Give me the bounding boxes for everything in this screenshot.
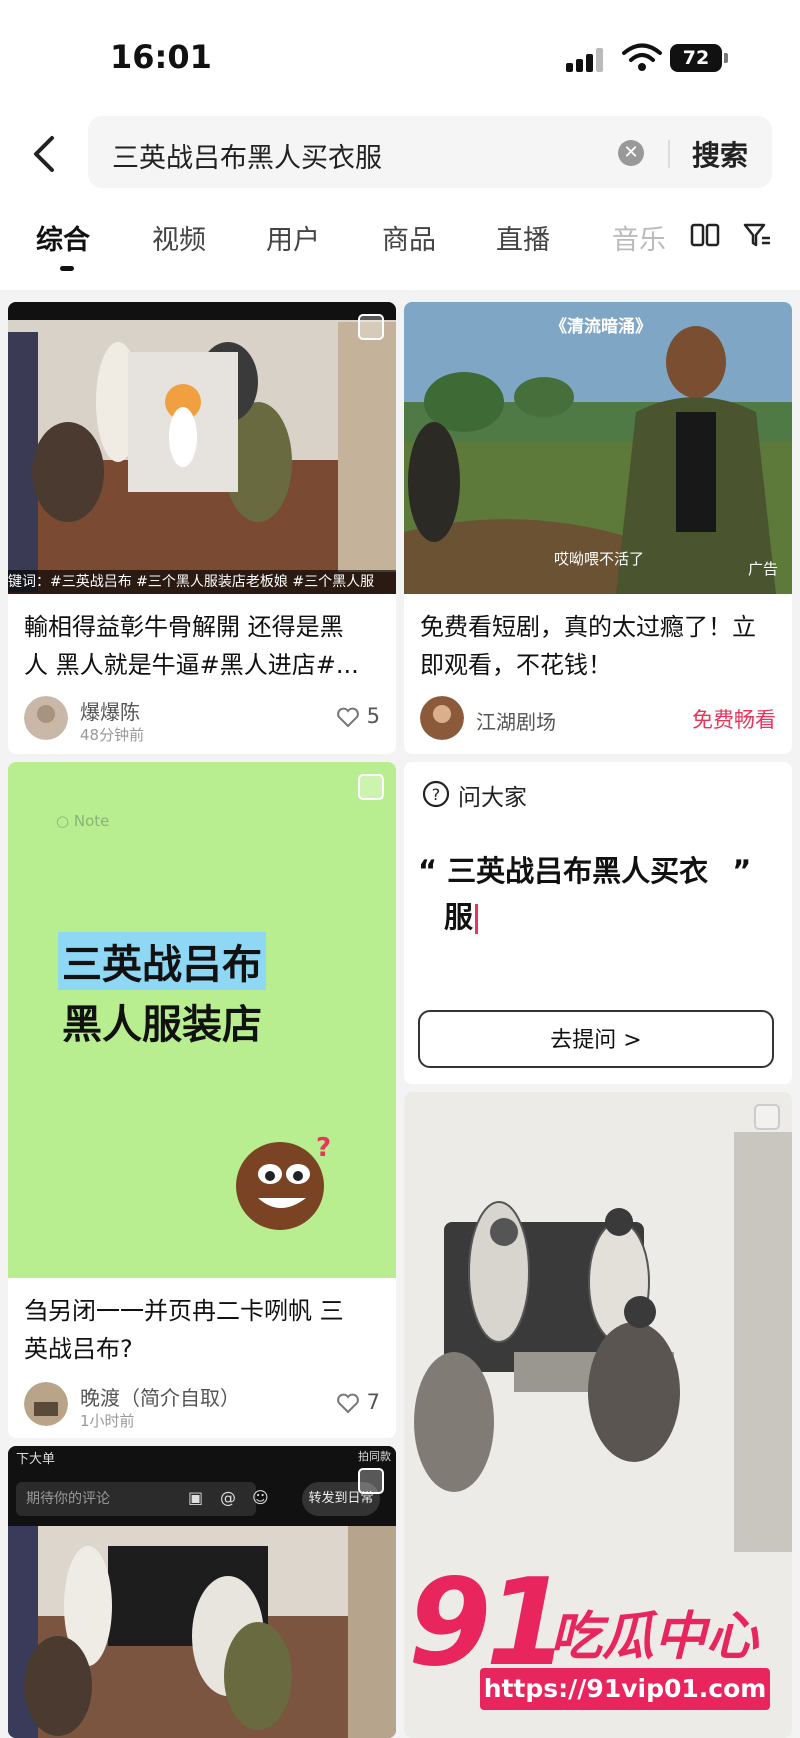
post-time: 1小时前 [80,1412,135,1430]
site-watermark: 91 吃瓜中心 https://91vip01.com [400,1560,800,1738]
author-name[interactable]: 爆爆陈 [80,696,140,725]
tab-video[interactable]: 视频 [152,218,206,257]
watermark-text: 吃瓜中心 [550,1607,759,1667]
mention-icon[interactable]: @ [220,1488,240,1508]
filter-icon[interactable] [742,220,772,250]
note-headline-2: 黑人服装店 [62,1002,262,1048]
ask-question-button[interactable]: 去提问 > [418,1010,774,1068]
note-headline-1: 三英战吕布 [58,932,266,990]
image-icon[interactable]: ▣ [188,1488,208,1508]
ad-card[interactable]: 《清流暗涌》 哎呦喂不活了 广告 免费看短剧，真的太过瘾了！立 即观看，不花钱！… [404,302,792,754]
note-card[interactable]: ○ Note 三英战吕布 黑人服装店 ? 刍另闭一一并页冉二卡咧帆 三 英战吕布… [8,762,396,1438]
status-time: 16:01 [110,38,212,76]
clear-icon[interactable]: ✕ [618,140,644,166]
svg-text:?: ? [432,785,441,804]
select-checkbox[interactable] [358,774,384,800]
tab-products[interactable]: 商品 [382,218,436,257]
tab-bar: 综合 视频 用户 商品 直播 音乐 [0,200,800,290]
search-button[interactable]: 搜索 [692,134,748,174]
divider [668,140,670,168]
tab-music[interactable]: 音乐 [612,218,666,257]
search-query[interactable]: 三英战吕布黑人买衣服 [112,136,382,175]
card-title-line2[interactable]: 英战吕布? [24,1330,133,1368]
card-title-line2[interactable]: 人 黑人就是牛逼#黑人进店#... [24,646,359,684]
avatar[interactable] [24,696,68,740]
heart-icon[interactable] [336,1392,360,1414]
wifi-icon [622,43,662,71]
question-circle-icon: ? [422,780,450,808]
search-header: 三英战吕布黑人买衣服 ✕ 搜索 [0,110,800,200]
avatar[interactable] [420,696,464,740]
author-name[interactable]: 晚渡（简介自取） [80,1382,240,1411]
select-checkbox[interactable] [358,314,384,340]
free-watch-link[interactable]: 免费畅看 [692,704,776,734]
overlay-header: 下大单 [16,1452,56,1467]
heart-icon[interactable] [336,706,360,728]
status-bar: 16:01 72 [0,0,800,110]
tab-all[interactable]: 综合 [36,218,90,257]
ask-card: ? 问大家 “ 三英战吕布黑人买衣 ” 服 去提问 > [404,762,792,1084]
note-cover[interactable]: ○ Note 三英战吕布 黑人服装店 ? [8,762,396,1278]
video-subtitle: 哎呦喂不活了 [554,550,645,568]
like-count: 7 [366,1390,380,1414]
drama-title: 《清流暗涌》 [550,317,652,337]
author-name[interactable]: 江湖剧场 [476,706,556,735]
video-card[interactable]: 下大单 拍同款 期待你的评论 ▣ @ ☺ 转发到日常 [8,1446,396,1738]
overlay-top-right: 拍同款 [358,1450,391,1463]
note-logo: ○ Note [56,812,110,830]
emoji-icon[interactable]: ☺ [252,1488,272,1508]
select-checkbox[interactable] [358,1468,384,1494]
ask-question: “ 三英战吕布黑人买衣 ” 服 [418,854,752,934]
video-tag-overlay: 键词：#三英战吕布 #三个黑人服装店老板娘 #三个黑人服 [8,570,396,594]
post-time: 48分钟前 [80,726,145,744]
video-thumbnail[interactable] [8,302,396,594]
active-tab-indicator [60,266,74,271]
svg-text:?: ? [316,1133,331,1163]
watermark-number: 91 [408,1554,569,1693]
search-input[interactable]: 三英战吕布黑人买衣服 ✕ 搜索 [88,116,772,188]
comment-bar: 下大单 拍同款 期待你的评论 ▣ @ ☺ 转发到日常 [8,1446,396,1526]
tab-live[interactable]: 直播 [496,218,550,257]
video-card[interactable]: 键词：#三英战吕布 #三个黑人服装店老板娘 #三个黑人服 輸相得益彰牛骨解開 还… [8,302,396,754]
card-title-line1[interactable]: 刍另闭一一并页冉二卡咧帆 三 [24,1292,344,1330]
ask-label: 问大家 [458,785,527,811]
card-title-line1[interactable]: 輸相得益彰牛骨解開 还得是黑 [24,608,344,646]
watermark-url: https://91vip01.com [480,1668,770,1710]
emoji-sticker-icon: ? [236,1133,331,1230]
back-arrow-icon[interactable] [26,132,66,176]
battery-indicator: 72 [670,44,728,72]
card-title-line1[interactable]: 免费看短剧，真的太过瘾了！立 [420,608,756,646]
layout-toggle-icon[interactable] [690,220,720,250]
text-cursor [475,904,479,934]
ad-label: 广告 [747,560,778,578]
card-title-line2[interactable]: 即观看，不花钱！ [420,646,612,684]
select-checkbox[interactable] [754,1104,780,1130]
like-count: 5 [366,704,380,728]
avatar[interactable] [24,1382,68,1426]
signal-icon [566,48,608,72]
tab-users[interactable]: 用户 [266,218,320,257]
